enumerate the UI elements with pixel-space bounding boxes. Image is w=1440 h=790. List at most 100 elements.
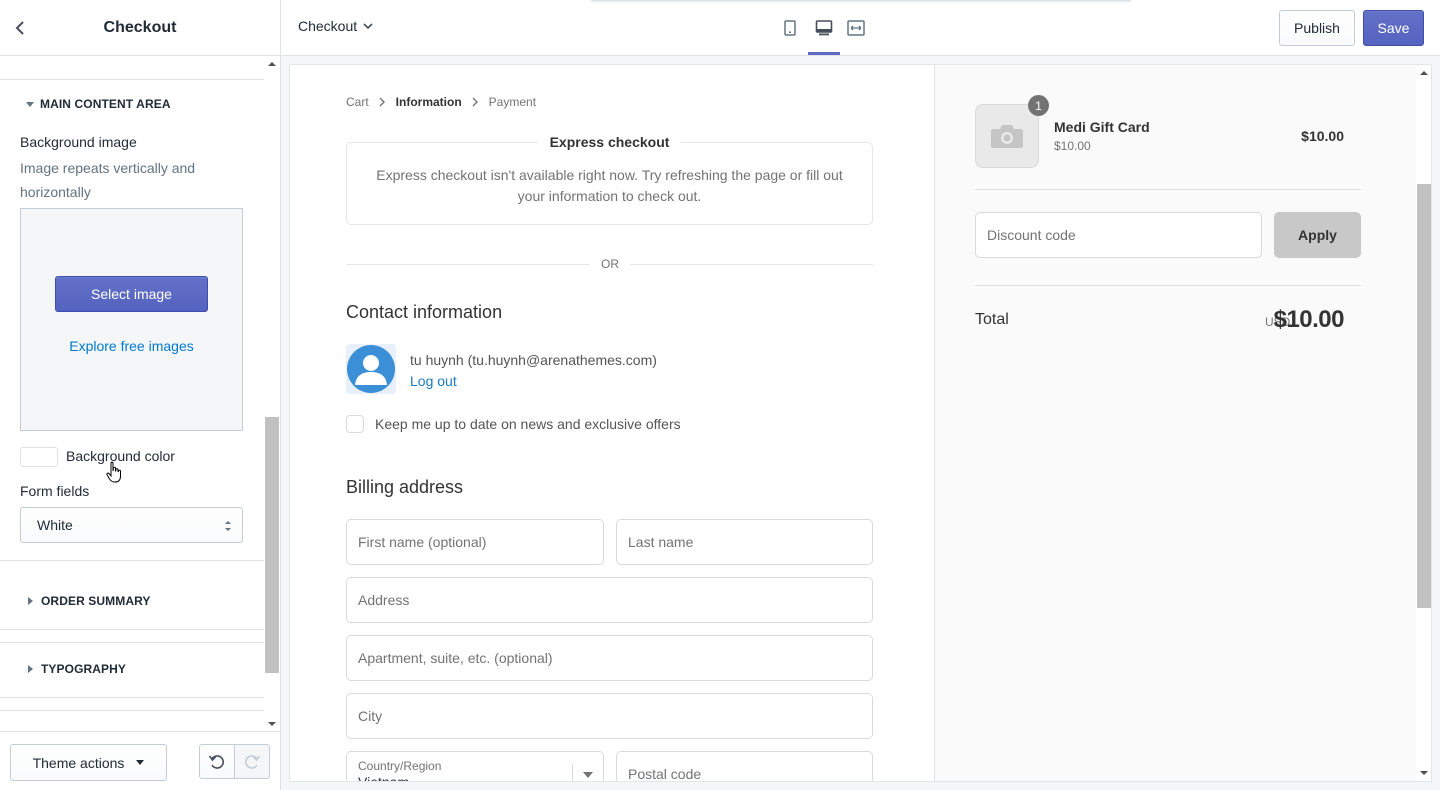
form-fields-label: Form fields (20, 483, 90, 499)
checkout-preview: Cart Information Payment Express checkou… (289, 64, 1432, 782)
product-variant-price: $10.00 (1054, 139, 1091, 153)
breadcrumb-information: Information (395, 95, 462, 109)
full-width-view-button[interactable] (845, 17, 867, 39)
avatar (346, 344, 396, 394)
express-checkout-title: Express checkout (537, 134, 682, 150)
page-selector[interactable]: Checkout (298, 18, 373, 34)
select-image-button[interactable]: Select image (55, 276, 208, 312)
theme-editor: Checkout MAIN CONTENT AREA Background im… (0, 0, 1440, 790)
divider (0, 629, 264, 630)
divider (0, 642, 264, 643)
theme-actions-button[interactable]: Theme actions (10, 744, 167, 781)
chevron-right-icon (472, 97, 478, 107)
publish-button[interactable]: Publish (1279, 10, 1355, 46)
logout-link[interactable]: Log out (410, 373, 457, 389)
select-divider (572, 764, 573, 781)
save-button[interactable]: Save (1363, 10, 1424, 46)
redo-icon (245, 754, 261, 769)
country-select[interactable]: Country/Region Vietnam (346, 751, 604, 782)
product-price: $10.00 (1301, 128, 1344, 144)
contact-heading: Contact information (346, 302, 503, 322)
billing-heading: Billing address (346, 477, 464, 497)
discount-code-field[interactable]: Discount code (975, 212, 1262, 258)
hand-cursor-icon (106, 461, 121, 483)
back-button[interactable] (10, 18, 30, 38)
breadcrumb: Cart Information Payment (346, 95, 536, 109)
apartment-field[interactable]: Apartment, suite, etc. (optional) (346, 635, 873, 681)
caret-down-icon (136, 760, 145, 765)
camera-icon (991, 125, 1023, 148)
section-title: MAIN CONTENT AREA (40, 97, 171, 111)
image-picker: Select image Explore free images (20, 208, 243, 431)
preview-scrollbar[interactable] (1416, 65, 1431, 781)
chevron-down-icon (583, 772, 593, 778)
chevron-right-icon (379, 97, 385, 107)
sidebar-title: Checkout (103, 18, 177, 36)
desktop-view-button[interactable] (813, 17, 835, 39)
section-main-content-area[interactable]: MAIN CONTENT AREA (0, 87, 264, 121)
undo-button[interactable] (199, 744, 235, 779)
mobile-view-button[interactable] (779, 17, 801, 39)
active-device-indicator (808, 52, 840, 55)
express-checkout: Express checkout Express checkout isn't … (346, 134, 873, 225)
user-avatar-icon (347, 345, 395, 393)
redo-button[interactable] (234, 744, 270, 779)
full-width-icon (847, 20, 865, 36)
divider (0, 697, 264, 698)
order-summary: 1 Medi Gift Card $10.00 $10.00 Discount … (934, 65, 1416, 781)
explore-free-images-link[interactable]: Explore free images (21, 338, 242, 354)
background-color-swatch[interactable] (20, 447, 58, 467)
total-label: Total (975, 311, 1009, 328)
scroll-down-icon[interactable] (268, 721, 276, 727)
section-order-summary[interactable]: ORDER SUMMARY (0, 584, 264, 618)
background-image-label: Background image (20, 134, 137, 150)
caret-down-icon (26, 101, 34, 107)
scroll-thumb[interactable] (1417, 184, 1431, 608)
first-name-field[interactable]: First name (optional) (346, 519, 604, 565)
mobile-icon (784, 20, 796, 36)
undo-icon (208, 754, 224, 769)
sidebar-header: Checkout (0, 0, 280, 56)
caret-right-icon (28, 665, 33, 673)
divider (0, 560, 264, 561)
form-fields-value: White (37, 517, 73, 533)
select-arrows-icon (225, 521, 231, 531)
scroll-up-icon[interactable] (268, 61, 276, 67)
divider (975, 189, 1361, 190)
sidebar-scrollbar[interactable] (264, 57, 280, 731)
last-name-field[interactable]: Last name (616, 519, 873, 565)
form-fields-select[interactable]: White (20, 507, 243, 543)
divider (975, 285, 1361, 286)
background-image-help: Image repeats vertically and horizontall… (20, 160, 196, 200)
country-value: Vietnam (358, 774, 410, 782)
or-separator: OR (590, 257, 630, 271)
sidebar-footer: Theme actions (0, 731, 280, 790)
sidebar-settings[interactable]: MAIN CONTENT AREA Background image Image… (0, 57, 264, 731)
contact-name: tu huynh (tu.huynh@arenathemes.com) (410, 352, 657, 368)
postal-code-field[interactable]: Postal code (616, 751, 873, 781)
total-amount: $10.00 (1273, 306, 1345, 333)
chevron-left-icon (15, 21, 24, 35)
section-title: ORDER SUMMARY (41, 594, 151, 608)
checkout-main: Cart Information Payment Express checkou… (290, 65, 934, 782)
product-thumbnail (975, 104, 1039, 168)
product-name: Medi Gift Card (1054, 119, 1150, 135)
scroll-down-icon[interactable] (1420, 770, 1428, 776)
newsletter-label[interactable]: Keep me up to date on news and exclusive… (375, 416, 681, 432)
desktop-icon (815, 20, 833, 36)
scroll-up-icon[interactable] (1420, 70, 1428, 76)
breadcrumb-cart[interactable]: Cart (346, 95, 369, 109)
express-checkout-message: Express checkout isn't available right n… (376, 167, 843, 204)
section-typography[interactable]: TYPOGRAPHY (0, 652, 264, 686)
quantity-badge: 1 (1028, 95, 1049, 116)
apply-discount-button[interactable]: Apply (1274, 212, 1361, 258)
page-selector-label: Checkout (298, 18, 358, 34)
address-field[interactable]: Address (346, 577, 873, 623)
caret-right-icon (28, 597, 33, 605)
newsletter-checkbox[interactable] (346, 415, 364, 433)
chevron-down-icon (363, 23, 373, 29)
city-field[interactable]: City (346, 693, 873, 739)
scroll-thumb[interactable] (265, 417, 279, 673)
section-title: TYPOGRAPHY (41, 662, 127, 676)
country-label: Country/Region (358, 759, 442, 773)
